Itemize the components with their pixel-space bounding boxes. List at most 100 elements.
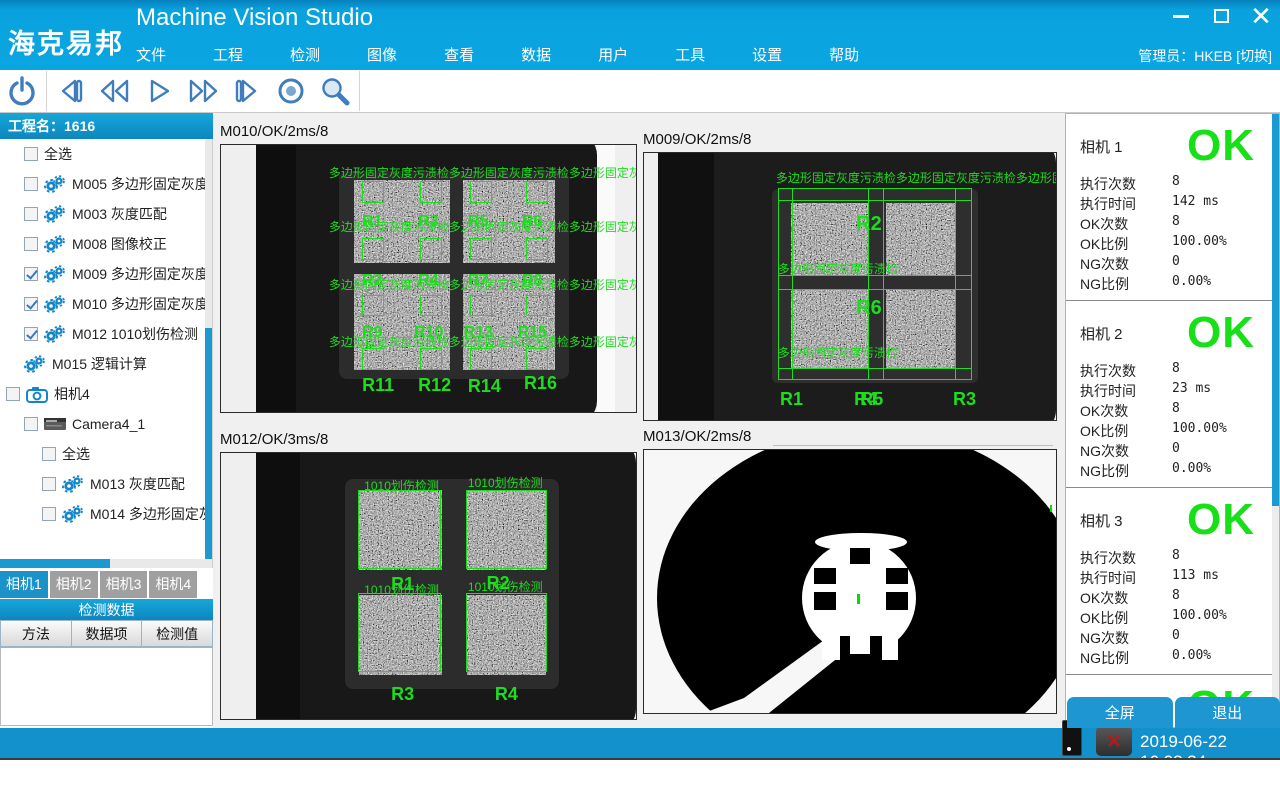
checkbox-unchecked[interactable] [24, 237, 38, 251]
tree-item-全选[interactable]: 全选 [0, 439, 212, 469]
checkbox-unchecked[interactable] [6, 387, 20, 401]
checkbox-checked[interactable] [24, 267, 38, 281]
menu-item-文件[interactable]: 文件 [136, 44, 166, 65]
checkbox-unchecked[interactable] [42, 447, 56, 461]
annotation-hl [778, 200, 972, 201]
annotation-text: 多边形固定灰度污渍检多边形固定灰度污渍检多边形固定灰度污渍检 [329, 164, 636, 181]
checkbox-unchecked[interactable] [42, 477, 56, 491]
maximize-button[interactable] [1208, 4, 1234, 28]
rewind-button[interactable] [93, 71, 137, 111]
gear-icon [24, 355, 46, 373]
play-button[interactable] [137, 71, 181, 111]
stat-value: 142 ms [1172, 194, 1219, 214]
camera-icon [26, 386, 48, 403]
annotation-box [420, 181, 442, 203]
checkbox-checked[interactable] [24, 327, 38, 341]
gear-icon [44, 265, 66, 283]
tab-相机1[interactable]: 相机1 [0, 571, 48, 598]
fullscreen-button[interactable]: 全屏 [1067, 697, 1173, 728]
annotation-hl [778, 368, 972, 369]
camera-image-m012[interactable]: 1010划伤检测1010划伤检测1010划伤检测1010划伤检测R1R2R3R4 [220, 452, 637, 720]
tree-item-M013[interactable]: M013 灰度匹配 [0, 469, 212, 499]
tree-item-M008[interactable]: M008 图像校正 [0, 229, 212, 259]
tree-item-Camera4_1[interactable]: Camera4_1 [0, 409, 212, 439]
menu-item-帮助[interactable]: 帮助 [829, 44, 859, 65]
tree-item-相机4[interactable]: 相机4 [0, 379, 212, 409]
scrollbar-thumb[interactable] [1272, 114, 1279, 506]
view-title: M013/OK/2ms/8 [643, 428, 1057, 445]
checkbox-checked[interactable] [24, 297, 38, 311]
tree-item-全选[interactable]: 全选 [0, 139, 212, 169]
status-bar: ✕ 2019-06-22 16:08:34 [0, 728, 1280, 758]
menu-item-设置[interactable]: 设置 [752, 44, 782, 65]
power-button[interactable] [0, 71, 44, 111]
tree-item-M009[interactable]: M009 多边形固定灰度污渍检 [0, 259, 212, 289]
tab-相机3[interactable]: 相机3 [100, 571, 148, 598]
stat-label: 执行时间 [1080, 568, 1172, 588]
view-title: M012/OK/3ms/8 [220, 431, 637, 448]
stat-label: NG次数 [1080, 441, 1172, 461]
checkbox-unchecked[interactable] [24, 417, 38, 431]
stat-row: NG次数0 [1080, 254, 1269, 274]
scrollbar-thumb[interactable] [0, 559, 110, 568]
stat-value: 8 [1172, 214, 1180, 234]
tab-相机2[interactable]: 相机2 [50, 571, 98, 598]
tree-item-M003[interactable]: M003 灰度匹配 [0, 199, 212, 229]
gear-icon [44, 205, 66, 223]
annotation-box [470, 238, 492, 260]
annotation-overlay: 1010划伤检测1010划伤检测1010划伤检测1010划伤检测R1R2R3R4 [221, 453, 636, 719]
title-bar: 海克易邦 Machine Vision Studio ✕ 文件工程检测图像查看数… [0, 0, 1280, 70]
record-button[interactable] [269, 71, 313, 111]
checkbox-unchecked[interactable] [24, 207, 38, 221]
stat-label: 执行次数 [1080, 548, 1172, 568]
camera-image-m009[interactable]: 多边形固定灰度污渍检多边形固定灰度污渍检多边形固定灰度污渍检多边形固定灰度污渍检… [643, 152, 1057, 421]
minimize-button[interactable] [1168, 4, 1194, 28]
camera-icon-wrap [26, 386, 48, 403]
tree-item-M012[interactable]: M012 1010划伤检测 [0, 319, 212, 349]
skip-start-button[interactable] [49, 71, 93, 111]
tree-item-label: M005 多边形固定灰度污渍检 [72, 174, 212, 194]
stat-row: OK比例100.00% [1080, 421, 1269, 441]
tree-horizontal-scrollbar[interactable] [0, 559, 213, 568]
zoom-icon [318, 75, 352, 107]
scrollbar-thumb[interactable] [205, 328, 212, 559]
menu-item-数据[interactable]: 数据 [521, 44, 551, 65]
fast-forward-button[interactable] [181, 71, 225, 111]
stat-label: OK比例 [1080, 234, 1172, 254]
annotation-vl [955, 188, 956, 380]
checkbox-unchecked[interactable] [24, 177, 38, 191]
tree-item-M015[interactable]: M015 逻辑计算 [0, 349, 212, 379]
menu-item-工程[interactable]: 工程 [213, 44, 243, 65]
annotation-box [526, 181, 548, 203]
camera-image-m010[interactable]: 多边形固定灰度污渍检多边形固定灰度污渍检多边形固定灰度污渍检R1R3R5R6多边… [220, 144, 637, 413]
camera-image-m013[interactable] [643, 449, 1057, 714]
close-button[interactable]: ✕ [1248, 4, 1274, 28]
tree-vertical-scrollbar[interactable] [205, 139, 212, 559]
rewind-icon [96, 75, 134, 107]
stat-value: 100.00% [1172, 608, 1227, 628]
skip-end-button[interactable] [225, 71, 269, 111]
checkbox-unchecked[interactable] [42, 507, 56, 521]
stats-scrollbar[interactable] [1272, 114, 1279, 727]
menu-item-工具[interactable]: 工具 [675, 44, 705, 65]
zoom-button[interactable] [313, 71, 357, 111]
tree-item-M014[interactable]: M014 多边形固定灰度污渍检 [0, 499, 212, 529]
menu-item-图像[interactable]: 图像 [367, 44, 397, 65]
tree-item-M010[interactable]: M010 多边形固定灰度污渍检 [0, 289, 212, 319]
stat-row: 执行次数8 [1080, 361, 1269, 381]
exit-button[interactable]: 退出 [1175, 697, 1280, 728]
stat-value: 0.00% [1172, 461, 1211, 481]
annotation-box [470, 295, 492, 317]
stat-label: OK次数 [1080, 588, 1172, 608]
stat-value: 23 ms [1172, 381, 1211, 401]
gear-icon-wrap [24, 355, 46, 373]
status-badge: OK [1187, 498, 1255, 542]
menu-item-检测[interactable]: 检测 [290, 44, 320, 65]
tab-相机4[interactable]: 相机4 [149, 571, 197, 598]
menu-item-查看[interactable]: 查看 [444, 44, 474, 65]
checkbox-unchecked[interactable] [24, 147, 38, 161]
annotation-label: R2 [856, 213, 882, 236]
menu-item-用户[interactable]: 用户 [598, 44, 628, 65]
tree-item-M005[interactable]: M005 多边形固定灰度污渍检 [0, 169, 212, 199]
switch-user-link[interactable]: [切换] [1236, 48, 1272, 64]
